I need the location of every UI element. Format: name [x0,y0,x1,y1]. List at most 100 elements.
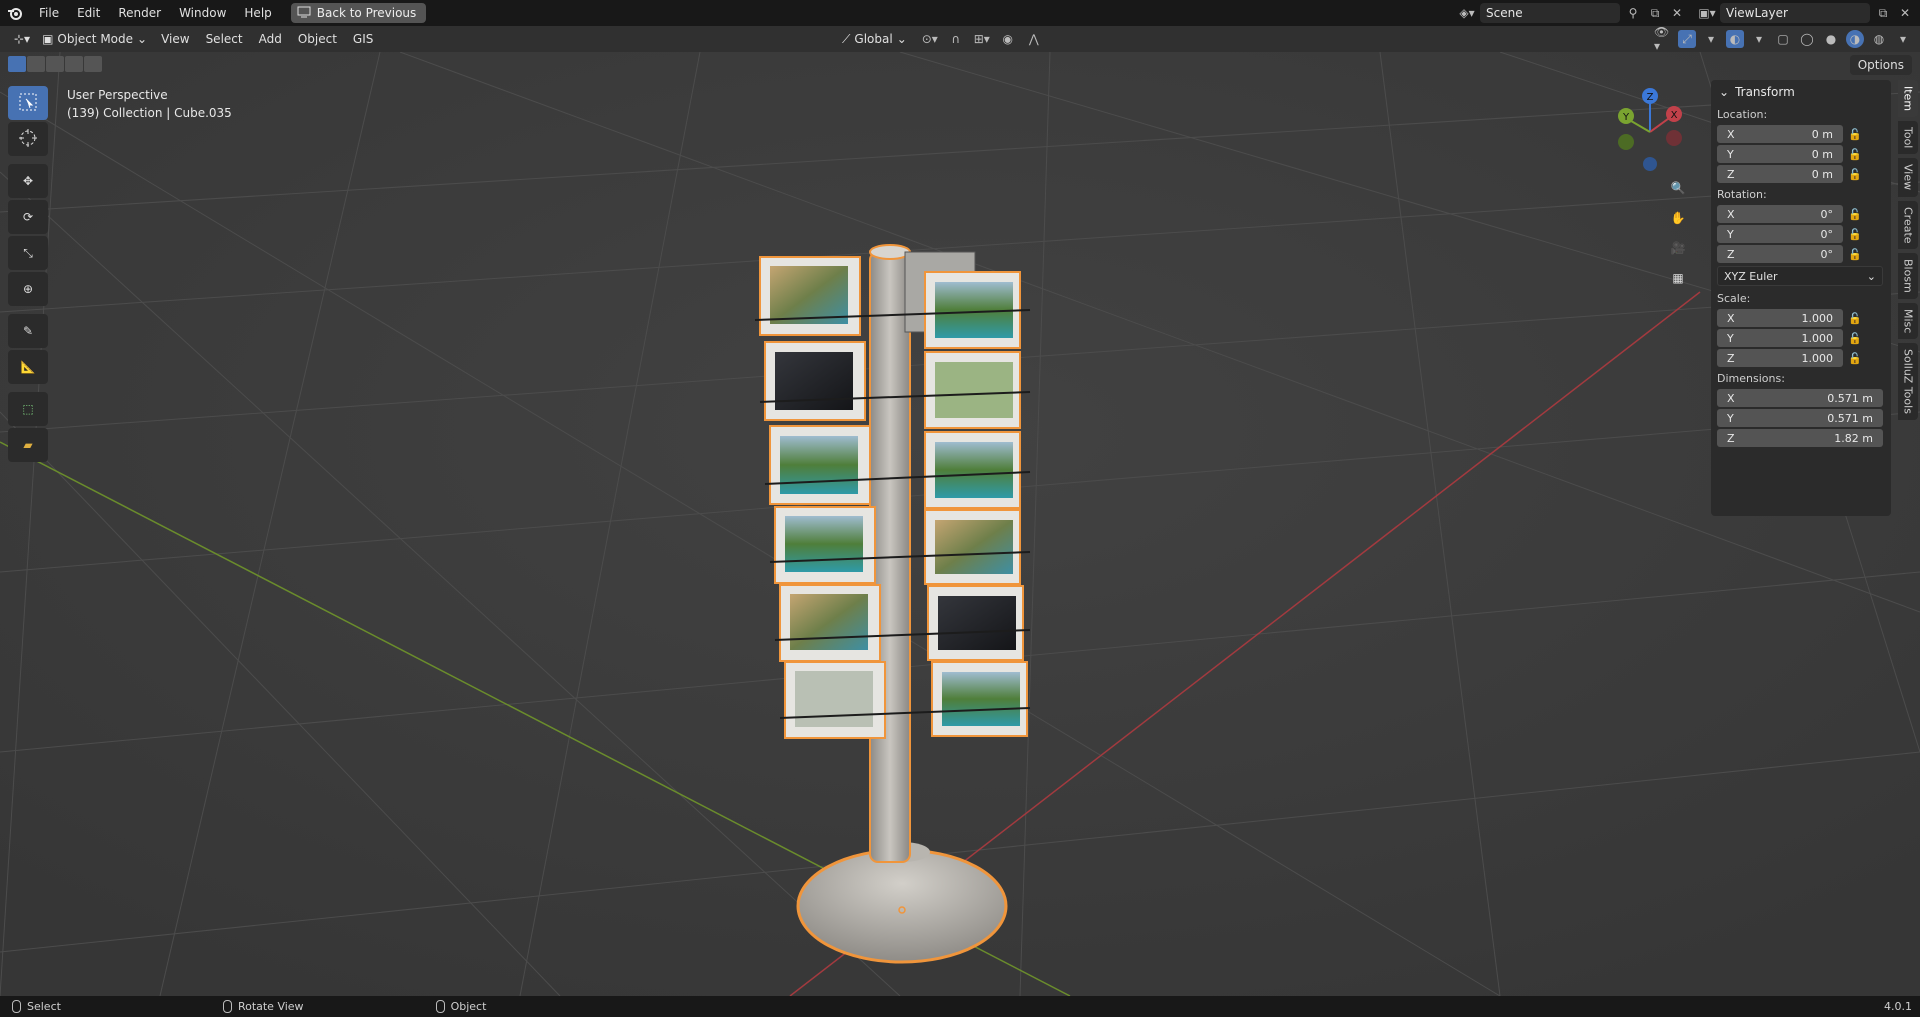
rendered-shading-icon[interactable]: ◍ [1870,30,1888,48]
select-invert-icon[interactable] [65,56,83,72]
menu-file[interactable]: File [30,0,68,26]
rotation-y-field[interactable]: Y 0° [1717,225,1843,243]
axis-label: Z [1727,167,1735,181]
scene-field[interactable]: Scene [1480,3,1620,23]
cursor-tool[interactable] [8,122,48,156]
transform-title: Transform [1735,85,1795,99]
status-select: Select [0,1000,61,1013]
tab-misc[interactable]: Misc [1898,302,1918,340]
shading-dropdown-icon[interactable]: ▾ [1894,30,1912,48]
blender-logo-icon[interactable] [0,0,30,26]
snap-icon[interactable]: ∩ [947,30,965,48]
scale-z-field[interactable]: Z 1.000 [1717,349,1843,367]
tab-create[interactable]: Create [1898,200,1918,250]
tab-item[interactable]: Item [1898,80,1918,118]
snap-target-icon[interactable]: ⊞▾ [973,30,991,48]
editor-type-dropdown[interactable]: ⊹▾ [8,29,36,49]
pan-hand-icon[interactable]: ✋ [1664,204,1692,232]
transform-tool[interactable]: ⊕ [8,272,48,306]
menu-render[interactable]: Render [109,0,170,26]
tab-solluz-tools[interactable]: SolluZ Tools [1898,343,1918,421]
add-cube-tool[interactable]: ⬚ [8,392,48,426]
menu-gis[interactable]: GIS [345,32,381,46]
tab-view[interactable]: View [1898,158,1918,197]
falloff-icon[interactable]: ⋀ [1025,30,1043,48]
tab-tool[interactable]: Tool [1898,121,1918,155]
annotate-tool[interactable]: ✎ [8,314,48,348]
visibility-icon[interactable]: 👁▾ [1654,25,1672,53]
location-x-field[interactable]: X 0 m [1717,125,1843,143]
location-x-row: X 0 m 🔓 [1711,124,1891,144]
proportional-edit-icon[interactable]: ◉ [999,30,1017,48]
move-tool[interactable]: ✥ [8,164,48,198]
select-box-tool[interactable] [8,86,48,120]
addon-tool[interactable]: ▰ [8,428,48,462]
tab-blosm[interactable]: Blosm [1898,253,1918,299]
lock-icon[interactable]: 🔓 [1843,168,1867,181]
sidebar-item-panel: ⌄ Transform Location: X 0 m 🔓 Y 0 m 🔓 Z 0 m… [1711,80,1891,516]
zoom-icon[interactable]: 🔍 [1664,174,1692,202]
lock-icon[interactable]: 🔓 [1843,332,1867,345]
rotation-z-field[interactable]: Z 0° [1717,245,1843,263]
perspective-toggle-icon[interactable]: ▦ [1664,264,1692,292]
select-subtract-icon[interactable] [46,56,64,72]
viewlayer-field[interactable]: ViewLayer [1720,3,1870,23]
scene-icon[interactable]: ◈▾ [1458,4,1476,22]
scale-x-field[interactable]: X 1.000 [1717,309,1843,327]
dimensions-z-row: Z 1.82 m [1711,428,1891,448]
back-to-previous-button[interactable]: Back to Previous [290,3,427,23]
pin-icon[interactable]: ⚲ [1624,4,1642,22]
xray-icon[interactable]: ▢ [1774,30,1792,48]
material-shading-icon[interactable]: ◑ [1846,30,1864,48]
lock-icon[interactable]: 🔓 [1843,148,1867,161]
location-y-field[interactable]: Y 0 m [1717,145,1843,163]
select-extend-icon[interactable] [27,56,45,72]
camera-view-icon[interactable]: 🎥 [1664,234,1692,262]
overlay-toggle-icon[interactable]: ◐ [1726,30,1744,48]
overlay-dropdown-icon[interactable]: ▾ [1750,30,1768,48]
gizmo-toggle-icon[interactable]: ⤢ [1678,30,1696,48]
menu-add[interactable]: Add [251,32,290,46]
rotate-tool[interactable]: ⟳ [8,200,48,234]
lock-icon[interactable]: 🔓 [1843,208,1867,221]
mode-dropdown[interactable]: ▣ Object Mode ⌄ [36,29,153,49]
status-bar: Select Rotate View Object 4.0.1 [0,996,1920,1017]
lock-icon[interactable]: 🔓 [1843,312,1867,325]
dimensions-z-field[interactable]: Z 1.82 m [1717,429,1883,447]
rotation-x-field[interactable]: X 0° [1717,205,1843,223]
wireframe-shading-icon[interactable]: ◯ [1798,30,1816,48]
lock-icon[interactable]: 🔓 [1843,228,1867,241]
dimensions-x-field[interactable]: X 0.571 m [1717,389,1883,407]
scale-tool[interactable]: ⤡ [8,236,48,270]
rotation-z-row: Z 0° 🔓 [1711,244,1891,264]
lock-icon[interactable]: 🔓 [1843,352,1867,365]
navigation-gizmo[interactable]: Z X Y [1610,86,1692,172]
remove-scene-icon[interactable]: ✕ [1668,4,1686,22]
menu-select[interactable]: Select [198,32,251,46]
select-intersect-icon[interactable] [84,56,102,72]
3d-viewport[interactable]: Options User Perspective (139) Collectio… [0,52,1920,996]
menu-edit[interactable]: Edit [68,0,109,26]
viewlayer-icon[interactable]: ▣▾ [1698,4,1716,22]
pivot-icon[interactable]: ⊙▾ [921,30,939,48]
location-z-field[interactable]: Z 0 m [1717,165,1843,183]
dimensions-y-field[interactable]: Y 0.571 m [1717,409,1883,427]
solid-shading-icon[interactable]: ● [1822,30,1840,48]
gizmo-dropdown-icon[interactable]: ▾ [1702,30,1720,48]
options-button[interactable]: Options [1849,55,1912,75]
rotation-mode-select[interactable]: XYZ Euler ⌄ [1717,266,1883,286]
scale-y-field[interactable]: Y 1.000 [1717,329,1843,347]
orientation-dropdown[interactable]: ⟋ Global ⌄ [836,29,913,49]
transform-panel-header[interactable]: ⌄ Transform [1711,80,1891,104]
lock-icon[interactable]: 🔓 [1843,248,1867,261]
lock-icon[interactable]: 🔓 [1843,128,1867,141]
menu-object[interactable]: Object [290,32,345,46]
menu-window[interactable]: Window [170,0,235,26]
remove-viewlayer-icon[interactable]: ✕ [1896,4,1914,22]
select-new-icon[interactable] [8,56,26,72]
new-scene-icon[interactable]: ⧉ [1646,4,1664,22]
menu-view[interactable]: View [153,32,197,46]
measure-tool[interactable]: 📐 [8,350,48,384]
new-viewlayer-icon[interactable]: ⧉ [1874,4,1892,22]
menu-help[interactable]: Help [235,0,280,26]
